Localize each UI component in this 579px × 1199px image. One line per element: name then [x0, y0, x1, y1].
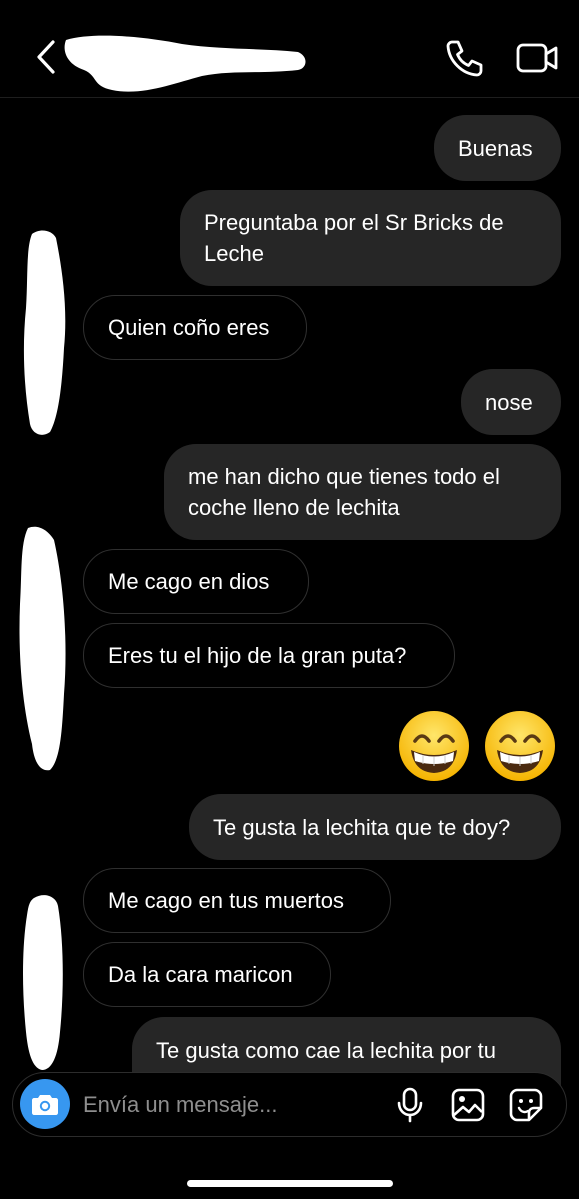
message-text: nose	[485, 389, 533, 415]
emoji-message[interactable]	[398, 708, 558, 784]
outgoing-message[interactable]: me han dicho que tienes todo el coche ll…	[164, 444, 561, 540]
message-text: Quien coño eres	[108, 315, 270, 340]
redacted-avatar	[19, 526, 66, 771]
chevron-left-icon	[37, 40, 55, 74]
grinning-emoji-icon	[399, 711, 469, 781]
redacted-avatar	[23, 895, 63, 1070]
outgoing-message[interactable]: Preguntaba por el Sr Bricks de Leche	[180, 190, 561, 286]
back-button[interactable]	[28, 36, 64, 78]
message-text: me han dicho que tienes todo el coche ll…	[188, 464, 500, 520]
outgoing-message[interactable]: nose	[461, 369, 561, 435]
microphone-icon	[397, 1087, 423, 1123]
incoming-message[interactable]: Da la cara maricon	[83, 942, 331, 1007]
gallery-button[interactable]	[451, 1088, 485, 1122]
video-call-button[interactable]	[513, 36, 561, 80]
message-text: Preguntaba por el Sr Bricks de Leche	[204, 210, 504, 266]
outgoing-message[interactable]: Te gusta la lechita que te doy?	[189, 794, 561, 860]
incoming-message[interactable]: Quien coño eres	[83, 295, 307, 360]
message-input[interactable]	[83, 1089, 363, 1121]
message-text: Me cago en tus muertos	[108, 888, 345, 913]
incoming-message[interactable]: Me cago en tus muertos	[83, 868, 391, 933]
call-button[interactable]	[442, 36, 486, 80]
message-text: Da la cara maricon	[108, 962, 293, 987]
redacted-avatar	[23, 230, 66, 435]
message-text: Buenas	[458, 135, 533, 161]
message-text: Eres tu el hijo de la gran puta?	[108, 643, 407, 668]
chat-header	[0, 0, 579, 98]
message-text: Me cago en dios	[108, 569, 270, 594]
sticker-button[interactable]	[509, 1088, 543, 1122]
incoming-message[interactable]: Me cago en dios	[83, 549, 309, 614]
grinning-emoji-icon	[485, 711, 555, 781]
message-text: Te gusta la lechita que te doy?	[213, 814, 511, 840]
video-camera-icon	[516, 43, 558, 73]
phone-icon	[446, 40, 483, 77]
image-icon	[451, 1088, 485, 1122]
outgoing-message[interactable]: Buenas	[434, 115, 561, 181]
camera-button[interactable]	[20, 1079, 70, 1129]
microphone-button[interactable]	[395, 1087, 425, 1123]
message-composer	[12, 1072, 567, 1137]
sticker-icon	[509, 1088, 543, 1122]
home-indicator[interactable]	[187, 1180, 393, 1187]
camera-icon	[32, 1095, 58, 1115]
message-text: Te gusta como cae la lechita por tu	[156, 1038, 496, 1063]
redacted-contact-name	[64, 35, 306, 92]
incoming-message[interactable]: Eres tu el hijo de la gran puta?	[83, 623, 455, 688]
